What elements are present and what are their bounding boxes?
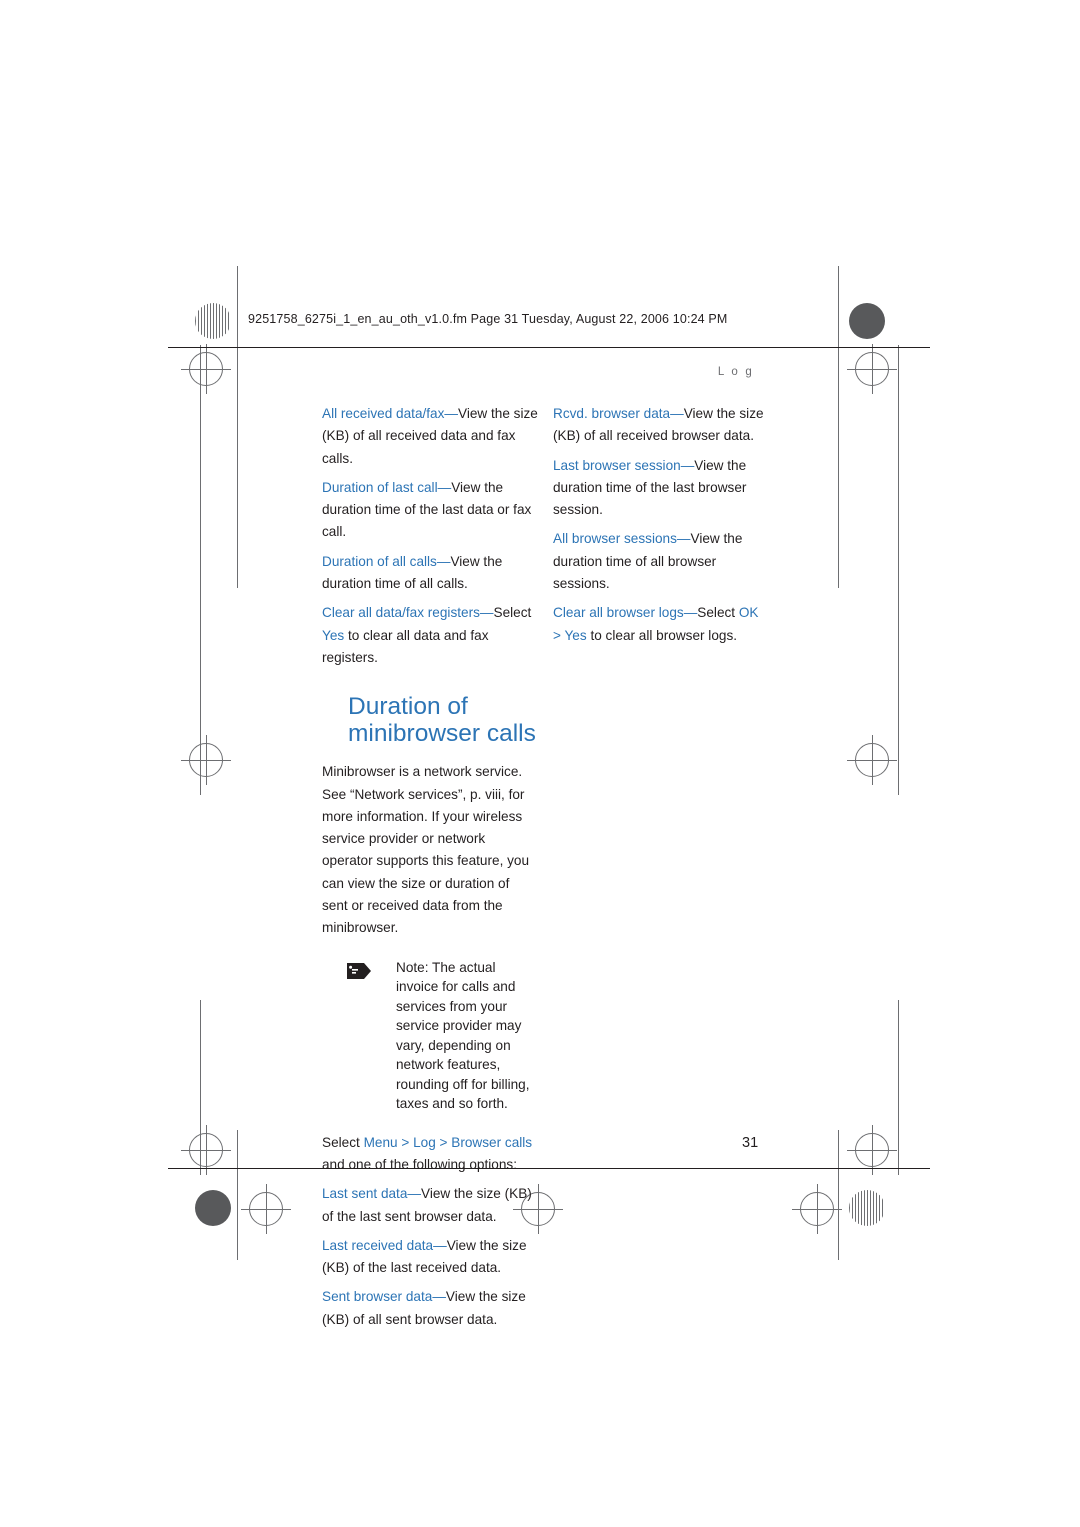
registration-mark-bottom-left — [181, 1125, 231, 1175]
entry-term: Last browser session — [553, 457, 681, 473]
menu-path-browser-calls: Browser calls — [451, 1134, 533, 1150]
entry-term: Rcvd. browser data — [553, 406, 671, 421]
glossary-entry: All received data/fax—View the size (KB)… — [322, 403, 538, 470]
registration-mark-bottom-right — [847, 1125, 897, 1175]
entry-term: Clear all data/fax registers — [322, 605, 480, 621]
entry-body-post: to clear all data and fax registers. — [322, 627, 489, 665]
crop-line-right-edge — [898, 345, 899, 795]
entry-term: Last sent data — [322, 1186, 408, 1202]
note-body: The actual invoice for calls and service… — [396, 959, 530, 1112]
crop-line-vertical-right — [838, 266, 839, 588]
left-text-column: All received data/fax—View the size (KB)… — [322, 403, 538, 1338]
menu-path-menu: Menu — [363, 1134, 398, 1150]
entry-separator: — — [433, 1237, 447, 1253]
entry-separator: — — [437, 479, 452, 495]
select-prefix: Select — [322, 1134, 364, 1150]
entry-body-post: to clear all browser logs. — [586, 627, 738, 643]
page-title: Duration of minibrowser calls — [322, 693, 538, 747]
footer-rule — [168, 1168, 930, 1169]
document-page: 9251758_6275i_1_en_au_oth_v1.0.fm Page 3… — [0, 0, 1080, 1527]
page-title-line1: Duration of — [348, 693, 468, 721]
glossary-entry: Duration of last call—View the duration … — [322, 477, 538, 544]
entry-separator: — — [436, 553, 451, 569]
page-number: 31 — [742, 1135, 759, 1151]
entry-separator: — — [432, 1289, 446, 1305]
registration-dot-bottom-left — [195, 1190, 231, 1226]
glossary-entry: Rcvd. browser data—View the size (KB) of… — [553, 403, 769, 448]
entry-separator: — — [444, 406, 459, 421]
entry-term: All received data/fax — [322, 406, 445, 421]
crop-line-vertical-right-lower — [838, 1130, 839, 1260]
note-block: Note: The actual invoice for calls and s… — [322, 958, 538, 1114]
entry-separator: — — [670, 406, 684, 421]
registration-mark-mid-left — [181, 735, 231, 785]
entry-body-pre: Select — [697, 605, 739, 621]
crop-line-top-page-edge — [237, 266, 238, 276]
header-rule — [168, 347, 930, 348]
registration-hatch-bottom-right — [849, 1190, 885, 1226]
right-text-column: Rcvd. browser data—View the size (KB) of… — [553, 403, 769, 654]
crop-line-vertical-left-lower — [237, 1130, 238, 1260]
entry-term: Duration of last call — [322, 479, 438, 495]
note-hand-icon — [346, 961, 372, 981]
glossary-entry: Clear all data/fax registers—Select Yes … — [322, 602, 538, 669]
crop-line-left-edge — [200, 345, 201, 795]
file-stamp: 9251758_6275i_1_en_au_oth_v1.0.fm Page 3… — [248, 312, 728, 326]
entry-term: All browser sessions — [553, 531, 677, 547]
entry-ui-value-ok: OK — [738, 605, 759, 621]
entry-term: Clear all browser logs — [553, 605, 684, 621]
registration-mark-bottom-inner-right — [792, 1184, 842, 1234]
registration-mark-mid-right — [847, 735, 897, 785]
entry-ui-value: Yes — [322, 627, 345, 643]
entry-separator: — — [676, 531, 691, 547]
entry-term: Duration of all calls — [322, 553, 437, 569]
glossary-entry: Clear all browser logs—Select OK > Yes t… — [553, 602, 769, 647]
glossary-entry: Last browser session—View the duration t… — [553, 455, 769, 522]
glossary-entry: Last received data—View the size (KB) of… — [322, 1235, 538, 1280]
entry-separator: — — [479, 605, 494, 621]
glossary-entry: Duration of all calls—View the duration … — [322, 551, 538, 596]
entry-body-pre: Select — [493, 605, 532, 621]
menu-path-arrow: > — [435, 1134, 452, 1150]
registration-mark-top-right — [847, 344, 897, 394]
glossary-entry: Sent browser data—View the size (KB) of … — [322, 1286, 538, 1331]
registration-hatch-top-left — [195, 303, 231, 339]
select-suffix: and one of the following options: — [322, 1156, 517, 1172]
entry-term: Sent browser data — [322, 1289, 433, 1305]
entry-term: Last received data — [322, 1237, 434, 1253]
running-head: L o g — [717, 366, 754, 378]
crop-line-vertical-left — [237, 266, 238, 588]
select-path-line: Select Menu > Log > Browser calls and on… — [322, 1132, 538, 1177]
entry-separator: — — [680, 457, 695, 473]
glossary-entry: All browser sessions—View the duration t… — [553, 528, 769, 595]
intro-paragraph: Minibrowser is a network service. See “N… — [322, 764, 530, 936]
registration-mark-top-left — [181, 344, 231, 394]
note-text: Note: The actual invoice for calls and s… — [396, 958, 538, 1114]
entry-arrow: > — [553, 627, 565, 643]
glossary-entry: Last sent data—View the size (KB) of the… — [322, 1183, 538, 1228]
registration-mark-bottom-inner-left — [241, 1184, 291, 1234]
crop-line-right-edge-lower — [898, 1000, 899, 1175]
page-title-line2: minibrowser calls — [348, 720, 536, 748]
registration-dot-top-right — [849, 303, 885, 339]
note-label: Note: — [396, 959, 429, 975]
entry-ui-value-yes: Yes — [564, 627, 587, 643]
entry-separator: — — [683, 605, 698, 621]
menu-path-arrow: > — [397, 1134, 414, 1150]
menu-path-log: Log — [413, 1134, 436, 1150]
entry-separator: — — [407, 1186, 421, 1202]
